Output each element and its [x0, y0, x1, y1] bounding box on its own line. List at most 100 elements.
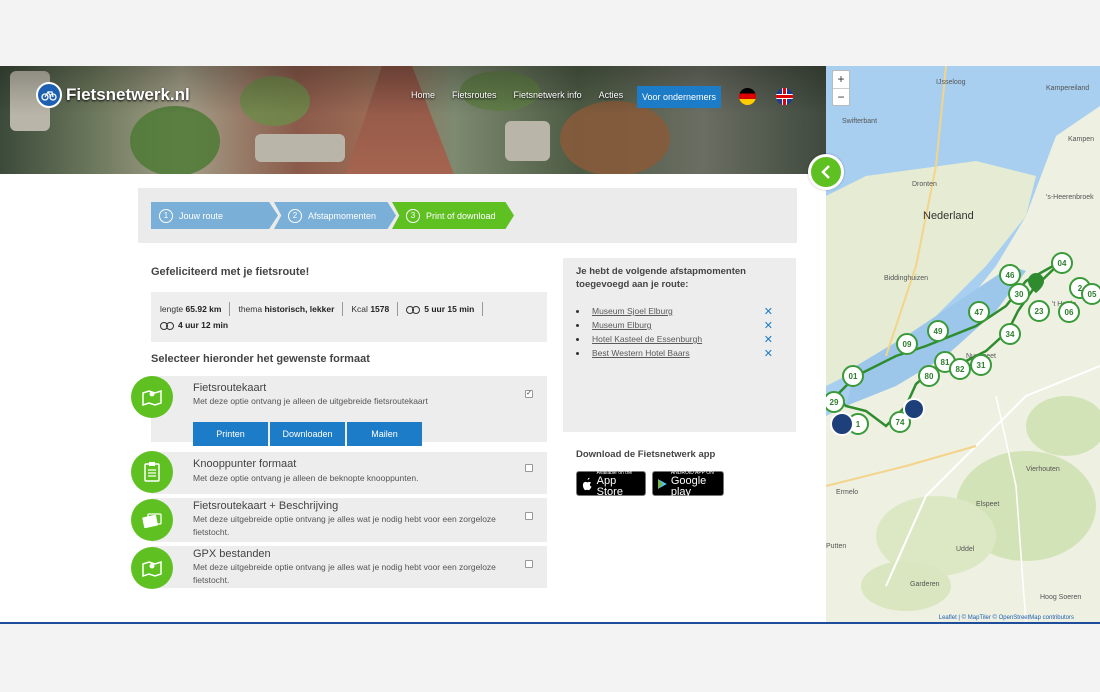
map-canvas: IJsseloog Kampereiland Swifterbant Kampe… — [826, 66, 1100, 624]
option-fietsroutekaart-beschrijving[interactable]: Fietsroutekaart + Beschrijving Met deze … — [131, 498, 547, 542]
list-item: Museum Elburg ✕ — [576, 318, 783, 332]
stop-link[interactable]: Museum Elburg — [592, 320, 652, 330]
stop-link[interactable]: Hotel Kasteel de Essenburgh — [592, 334, 702, 344]
node-marker: 06 — [1058, 301, 1080, 323]
step-afstapmomenten[interactable]: 2 Afstapmomenten — [274, 202, 396, 229]
german-flag-icon[interactable] — [739, 88, 756, 105]
play-large-text: Google play — [670, 474, 707, 498]
svg-text:06: 06 — [1065, 308, 1074, 317]
option-knooppunter[interactable]: Knooppunter formaat Met deze optie ontva… — [131, 451, 547, 494]
list-item: Best Western Hotel Baars ✕ — [576, 346, 783, 360]
option-fietsroutekaart[interactable]: Fietsroutekaart Met deze optie ontvang j… — [131, 376, 547, 446]
zoom-control: + − — [832, 70, 850, 106]
option-gpx[interactable]: GPX bestanden Met deze uitgebreide optie… — [131, 546, 547, 589]
screenshot: Fietsnetwerk.nl Home Fietsroutes Fietsne… — [0, 66, 1100, 624]
step-number: 3 — [406, 208, 420, 223]
option-checkbox[interactable] — [525, 560, 533, 568]
svg-text:80: 80 — [925, 372, 934, 381]
remove-icon[interactable]: ✕ — [764, 319, 773, 332]
app-store-badge[interactable]: Available on the App Store — [576, 470, 646, 498]
download-button[interactable]: Downloaden — [270, 422, 345, 446]
node-marker: 49 — [927, 320, 949, 342]
theme-label: thema — [238, 304, 263, 314]
svg-text:1: 1 — [856, 420, 861, 429]
list-item: Museum Sjoel Elburg ✕ — [576, 304, 783, 318]
svg-text:34: 34 — [1006, 330, 1015, 339]
step-print-of-download[interactable]: 3 Print of download — [392, 202, 514, 229]
map-label: 's-Heerenbroek — [1046, 194, 1094, 201]
remove-icon[interactable]: ✕ — [764, 333, 773, 346]
option-checkbox[interactable] — [525, 464, 533, 472]
app-download-heading: Download de Fietsnetwerk app — [576, 449, 716, 460]
step-label: Jouw route — [179, 210, 224, 221]
option-desc: Met deze optie ontvang je alleen de bekn… — [193, 473, 419, 483]
appstore-large-text: App Store — [596, 474, 623, 498]
nav-acties[interactable]: Acties — [599, 90, 624, 100]
clipboard-icon — [131, 451, 173, 493]
zoom-out-button[interactable]: − — [833, 88, 849, 106]
map-attribution: Leaflet | © MapTiler © OpenStreetMap con… — [939, 614, 1074, 621]
node-marker: 80 — [918, 365, 940, 387]
print-button[interactable]: Printen — [193, 422, 268, 446]
stop-link[interactable]: Best Western Hotel Baars — [592, 348, 690, 358]
svg-text:29: 29 — [830, 398, 839, 407]
map-label: Swifterbant — [842, 118, 877, 125]
theme-value: historisch, lekker — [264, 304, 335, 314]
google-play-badge[interactable]: ANDROID APP ON Google play — [652, 470, 724, 498]
map-label: Dronten — [912, 181, 937, 188]
option-title: Fietsroutekaart — [193, 382, 267, 394]
mail-button[interactable]: Mailen — [347, 422, 422, 446]
node-marker: 47 — [968, 301, 990, 323]
svg-text:47: 47 — [975, 308, 984, 317]
site-logo[interactable]: Fietsnetwerk.nl — [36, 82, 190, 108]
kcal-value: 1578 — [370, 304, 390, 314]
step-number: 2 — [288, 208, 302, 223]
nav-home[interactable]: Home — [411, 90, 435, 100]
list-item: Hotel Kasteel de Essenburgh ✕ — [576, 332, 783, 346]
remove-icon[interactable]: ✕ — [764, 305, 773, 318]
nav-fietsnetwerk-info[interactable]: Fietsnetwerk info — [514, 90, 582, 100]
stop-link[interactable]: Museum Sjoel Elburg — [592, 306, 673, 316]
gpx-map-icon — [131, 547, 173, 589]
svg-text:23: 23 — [1035, 307, 1044, 316]
map-label: Hoog Soeren — [1040, 594, 1081, 601]
node-marker: 29 — [826, 391, 845, 413]
option-title: Fietsroutekaart + Beschrijving — [193, 500, 339, 512]
map-label: Kampereiland — [1046, 85, 1089, 92]
hero-banner: Fietsnetwerk.nl Home Fietsroutes Fietsne… — [0, 66, 826, 174]
node-marker: 23 — [1028, 300, 1050, 322]
voor-ondernemers-button[interactable]: Voor ondernemers — [637, 86, 721, 108]
option-title: Knooppunter formaat — [193, 458, 297, 470]
node-marker: 09 — [896, 333, 918, 355]
remove-icon[interactable]: ✕ — [764, 347, 773, 360]
node-marker: 34 — [999, 323, 1021, 345]
option-title: GPX bestanden — [193, 548, 271, 560]
added-stops-list: Museum Sjoel Elburg ✕ Museum Elburg ✕ Hote… — [576, 304, 783, 360]
length-label: lengte — [160, 304, 184, 314]
map-label: Vierhouten — [1026, 466, 1060, 473]
svg-text:04: 04 — [1058, 259, 1067, 268]
step-jouw-route[interactable]: 1 Jouw route — [151, 202, 278, 229]
route-map[interactable]: IJsseloog Kampereiland Swifterbant Kampe… — [826, 66, 1100, 624]
node-marker: 04 — [1051, 252, 1073, 274]
node-marker: 01 — [842, 365, 864, 387]
english-flag-icon[interactable] — [776, 88, 793, 105]
node-marker: 82 — [949, 358, 971, 380]
select-format-heading: Selecteer hieronder het gewenste formaat — [151, 353, 370, 365]
collapse-map-button[interactable] — [808, 154, 844, 190]
nav-fietsroutes[interactable]: Fietsroutes — [452, 90, 497, 100]
svg-text:09: 09 — [903, 340, 912, 349]
map-label: Nederland — [923, 210, 974, 222]
option-checkbox[interactable]: ✓ — [525, 390, 533, 398]
main-nav: Home Fietsroutes Fietsnetwerk info Actie… — [411, 90, 640, 100]
chevron-left-icon — [821, 165, 830, 179]
svg-text:81: 81 — [941, 358, 950, 367]
option-checkbox[interactable] — [525, 512, 533, 520]
option-desc: Met deze optie ontvang je alleen de uitg… — [193, 396, 428, 406]
zoom-in-button[interactable]: + — [833, 71, 849, 88]
svg-text:49: 49 — [934, 327, 943, 336]
ebike-time-value: 4 uur 12 min — [178, 320, 229, 330]
step-label: Print of download — [426, 210, 496, 221]
step-label: Afstapmomenten — [308, 210, 377, 221]
length-value: 65.92 km — [185, 304, 222, 314]
